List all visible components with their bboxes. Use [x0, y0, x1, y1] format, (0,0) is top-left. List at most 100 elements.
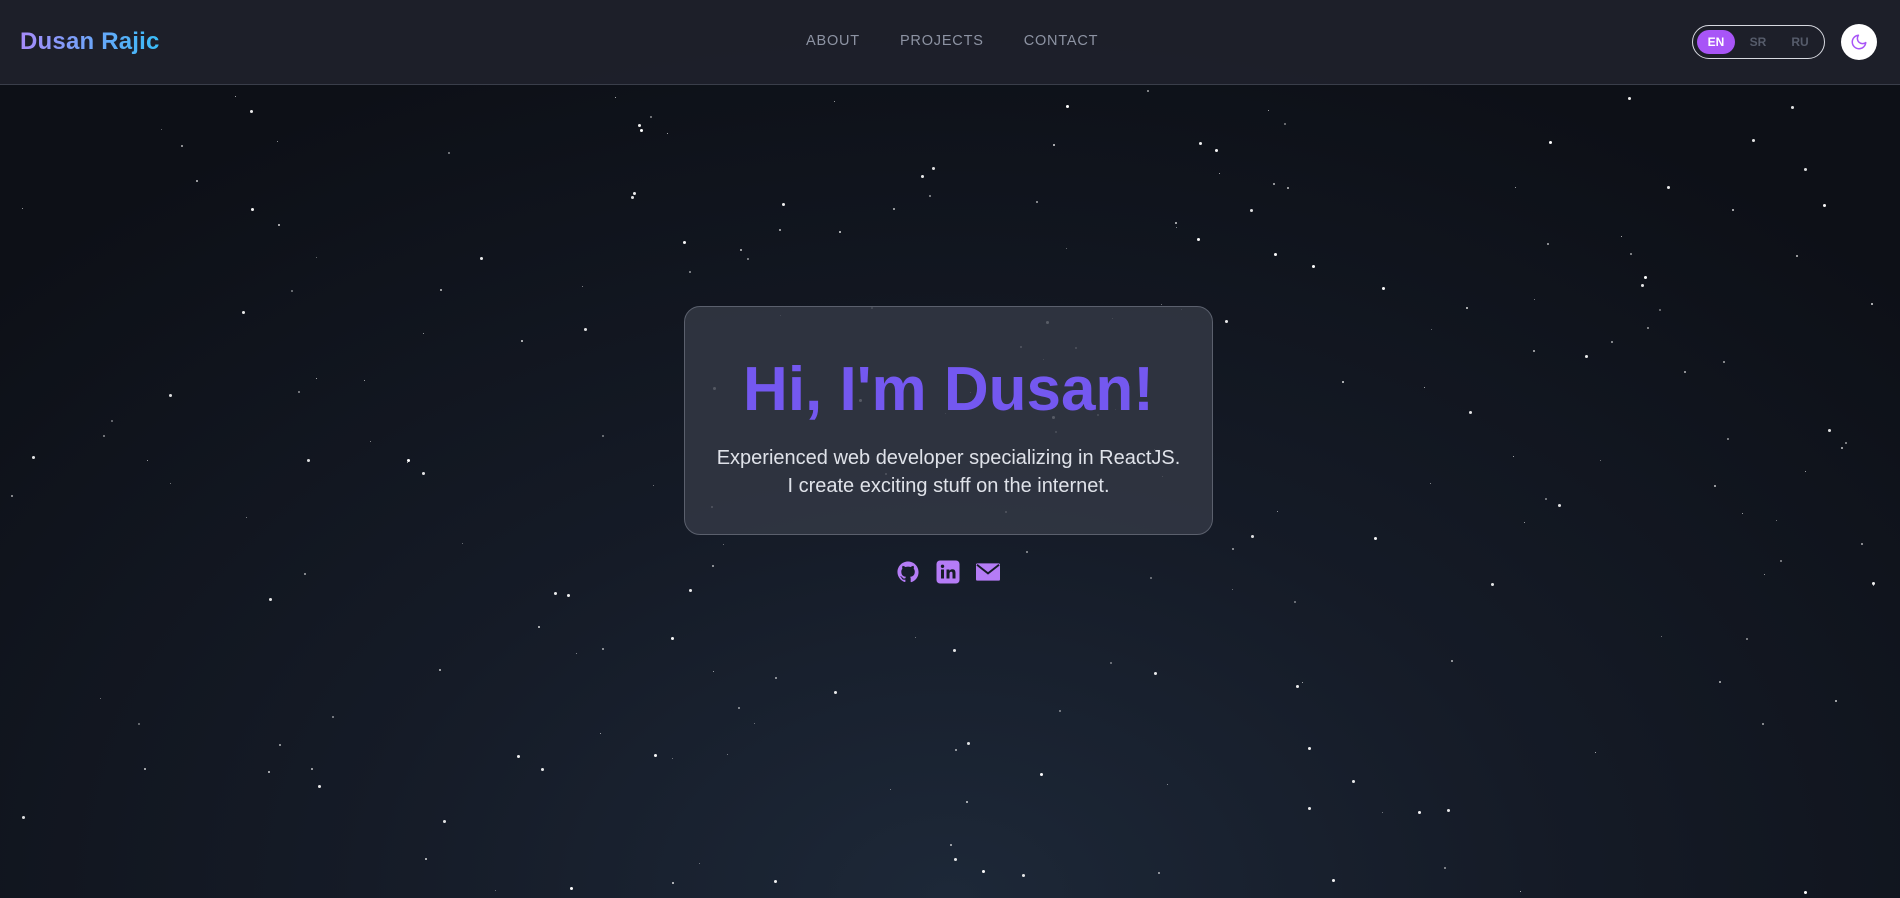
star — [291, 290, 293, 292]
github-link[interactable] — [896, 560, 920, 584]
star — [672, 882, 674, 884]
star — [1250, 209, 1253, 212]
star — [181, 145, 183, 147]
email-link[interactable] — [976, 560, 1000, 584]
star — [1273, 183, 1275, 185]
star — [1287, 187, 1289, 189]
star — [654, 754, 657, 757]
star — [650, 116, 652, 118]
star — [671, 637, 674, 640]
star — [1312, 265, 1315, 268]
star — [921, 175, 924, 178]
moon-icon — [1851, 34, 1867, 50]
hero-title: Hi, I'm Dusan! — [743, 355, 1154, 424]
star — [1466, 307, 1468, 309]
star — [279, 744, 281, 746]
star — [915, 637, 917, 639]
main-nav: ABOUT PROJECTS CONTACT — [806, 33, 1098, 49]
nav-link-projects[interactable]: PROJECTS — [900, 33, 984, 49]
star — [170, 483, 172, 485]
star — [640, 129, 643, 132]
star — [723, 544, 725, 546]
star — [480, 257, 483, 260]
star — [890, 789, 892, 791]
star — [1628, 97, 1631, 100]
star — [22, 816, 25, 819]
star — [32, 456, 35, 459]
star — [1342, 381, 1344, 383]
nav-link-about[interactable]: ABOUT — [806, 33, 860, 49]
star — [1308, 807, 1311, 810]
star — [689, 271, 691, 273]
star — [161, 129, 163, 131]
star — [1719, 681, 1721, 683]
star — [754, 723, 756, 725]
star — [1714, 485, 1716, 487]
star — [1873, 585, 1875, 587]
star — [1294, 601, 1296, 603]
star — [1215, 149, 1218, 152]
star — [1382, 812, 1384, 814]
star — [1469, 411, 1472, 414]
star — [1515, 187, 1517, 189]
lang-option-ru[interactable]: RU — [1781, 30, 1819, 54]
hero-card: Hi, I'm Dusan! Experienced web developer… — [684, 306, 1213, 535]
star — [521, 340, 523, 342]
star — [462, 543, 464, 545]
star — [1040, 773, 1043, 776]
star — [953, 649, 956, 652]
lang-option-sr[interactable]: SR — [1739, 30, 1777, 54]
star — [1110, 662, 1112, 664]
star — [440, 289, 442, 291]
site-logo[interactable]: Dusan Rajic — [20, 28, 160, 56]
star — [775, 677, 777, 679]
theme-toggle-button[interactable] — [1841, 24, 1877, 60]
star — [1167, 784, 1169, 786]
star — [1374, 537, 1377, 540]
star — [653, 485, 655, 487]
linkedin-link[interactable] — [936, 560, 960, 584]
star — [699, 863, 701, 865]
star — [1545, 498, 1547, 500]
star — [600, 733, 602, 735]
star — [1780, 560, 1782, 562]
star — [932, 167, 935, 170]
star — [1684, 371, 1686, 373]
star — [1524, 522, 1526, 524]
star — [584, 328, 587, 331]
star — [1641, 284, 1644, 287]
star — [1764, 574, 1766, 576]
star — [1776, 520, 1778, 522]
social-links — [896, 560, 1000, 584]
star — [1199, 142, 1202, 145]
star — [144, 768, 146, 770]
star — [111, 420, 113, 422]
star — [1520, 891, 1522, 893]
star — [1308, 747, 1311, 750]
star — [727, 754, 729, 756]
star — [1332, 879, 1335, 882]
nav-link-contact[interactable]: CONTACT — [1024, 33, 1099, 49]
star — [966, 801, 968, 803]
star — [782, 203, 785, 206]
star — [582, 286, 584, 288]
star — [250, 110, 253, 113]
star — [740, 249, 742, 251]
star — [1066, 248, 1068, 250]
lang-option-en[interactable]: EN — [1697, 30, 1735, 54]
star — [443, 820, 446, 823]
star — [1752, 139, 1755, 142]
star — [1762, 723, 1764, 725]
star — [570, 887, 573, 890]
star — [689, 589, 692, 592]
star — [638, 124, 641, 127]
star — [1066, 105, 1069, 108]
github-icon — [897, 561, 919, 583]
star — [1430, 483, 1432, 485]
star — [1805, 471, 1807, 473]
star — [1352, 780, 1355, 783]
star — [774, 880, 777, 883]
star — [1284, 123, 1286, 125]
star — [747, 258, 749, 260]
hero-subtitle: Experienced web developer specializing i… — [685, 444, 1212, 500]
